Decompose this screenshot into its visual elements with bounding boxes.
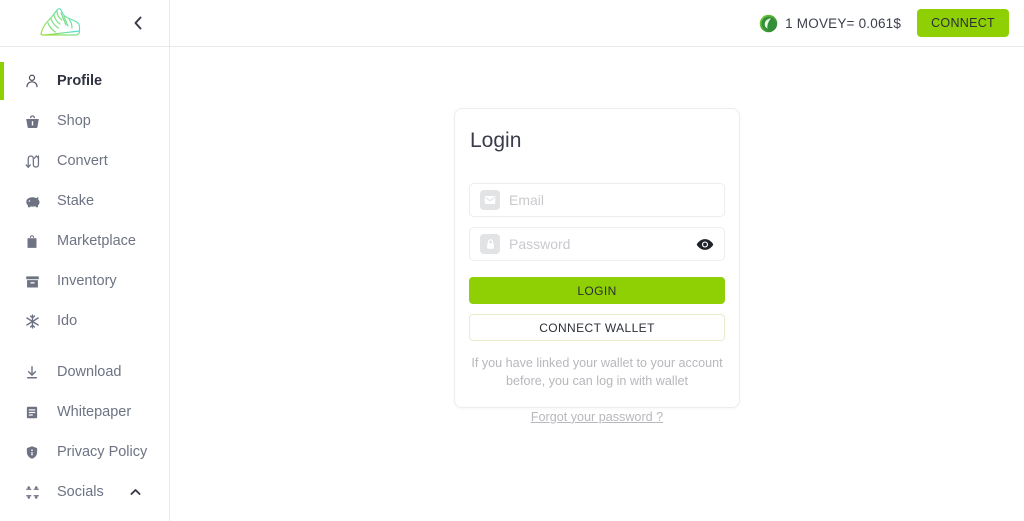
snowflake-icon <box>24 311 46 331</box>
sidebar-item-label: Download <box>57 364 122 380</box>
sidebar-item-download[interactable]: Download <box>0 352 169 392</box>
token-rate: 1 MOVEY= 0.061$ <box>759 14 901 33</box>
app-root: Profile Shop Convert Stake Marketplace I… <box>0 0 1024 521</box>
envelope-icon <box>480 190 500 210</box>
page-title: Login <box>470 129 522 152</box>
sidebar-item-label: Whitepaper <box>57 404 132 420</box>
sidebar-item-label: Privacy Policy <box>57 444 148 460</box>
sidebar-item-label: Ido <box>57 313 78 329</box>
sneaker-logo[interactable] <box>0 4 118 42</box>
sidebar-item-stake[interactable]: Stake <box>0 181 169 221</box>
sidebar-divider-gap <box>0 341 169 352</box>
document-icon <box>24 402 46 422</box>
share-nodes-icon <box>24 482 46 502</box>
topbar: 1 MOVEY= 0.061$ CONNECT <box>170 0 1024 47</box>
piggy-bank-icon <box>24 191 46 211</box>
content-area: Login Email LOGIN CONNECT WALLET If you … <box>170 47 1024 521</box>
connect-button[interactable]: CONNECT <box>917 9 1009 37</box>
email-field[interactable] <box>469 183 725 217</box>
sidebar-item-label: Socials <box>57 484 104 500</box>
download-icon <box>24 362 46 382</box>
password-field[interactable] <box>469 227 725 261</box>
sidebar-item-ido[interactable]: Ido <box>0 301 169 341</box>
sidebar-header <box>0 0 169 47</box>
sidebar-item-label: Profile <box>57 73 103 89</box>
sidebar-item-privacy-policy[interactable]: Privacy Policy <box>0 432 169 472</box>
sidebar-item-inventory[interactable]: Inventory <box>0 261 169 301</box>
sidebar-item-marketplace[interactable]: Marketplace <box>0 221 169 261</box>
sidebar-item-socials[interactable]: Socials <box>0 472 169 512</box>
eye-icon <box>696 238 714 250</box>
chevron-up-icon[interactable] <box>130 488 141 496</box>
main-area: 1 MOVEY= 0.061$ CONNECT Login Email LOGI… <box>170 0 1024 521</box>
wallet-hint-text: If you have linked your wallet to your a… <box>471 356 723 388</box>
login-card: Login Email LOGIN CONNECT WALLET If you … <box>454 108 740 424</box>
password-visibility-toggle[interactable] <box>690 229 720 259</box>
shopping-bag-icon <box>24 231 46 251</box>
email-input[interactable] <box>509 192 724 208</box>
password-input[interactable] <box>509 236 690 252</box>
sidebar-item-convert[interactable]: Convert <box>0 141 169 181</box>
sidebar-item-label: Shop <box>57 113 91 129</box>
token-rate-text: 1 MOVEY= 0.061$ <box>785 15 902 31</box>
sidebar-menu: Profile Shop Convert Stake Marketplace I… <box>0 47 169 512</box>
sidebar-collapse-button[interactable] <box>124 9 152 37</box>
login-button[interactable]: LOGIN <box>469 277 725 304</box>
forgot-password-row: Forgot your password ? <box>469 408 725 426</box>
sidebar-item-label: Inventory <box>57 273 117 289</box>
shield-info-icon <box>24 442 46 462</box>
sidebar-item-shop[interactable]: Shop <box>0 101 169 141</box>
sidebar-item-label: Marketplace <box>57 233 136 249</box>
box-icon <box>24 271 46 291</box>
sidebar: Profile Shop Convert Stake Marketplace I… <box>0 0 170 521</box>
lock-icon <box>480 234 500 254</box>
sidebar-item-profile[interactable]: Profile <box>0 61 169 101</box>
forgot-password-link[interactable]: Forgot your password ? <box>531 410 663 424</box>
movey-coin-icon <box>759 14 778 32</box>
basket-icon <box>24 111 46 131</box>
connect-wallet-button[interactable]: CONNECT WALLET <box>469 314 725 341</box>
chevron-left-icon <box>134 16 142 30</box>
sidebar-item-label: Stake <box>57 193 95 209</box>
user-icon <box>24 71 46 91</box>
sidebar-item-label: Convert <box>57 153 108 169</box>
sidebar-item-whitepaper[interactable]: Whitepaper <box>0 392 169 432</box>
swap-arrows-icon <box>24 151 46 171</box>
